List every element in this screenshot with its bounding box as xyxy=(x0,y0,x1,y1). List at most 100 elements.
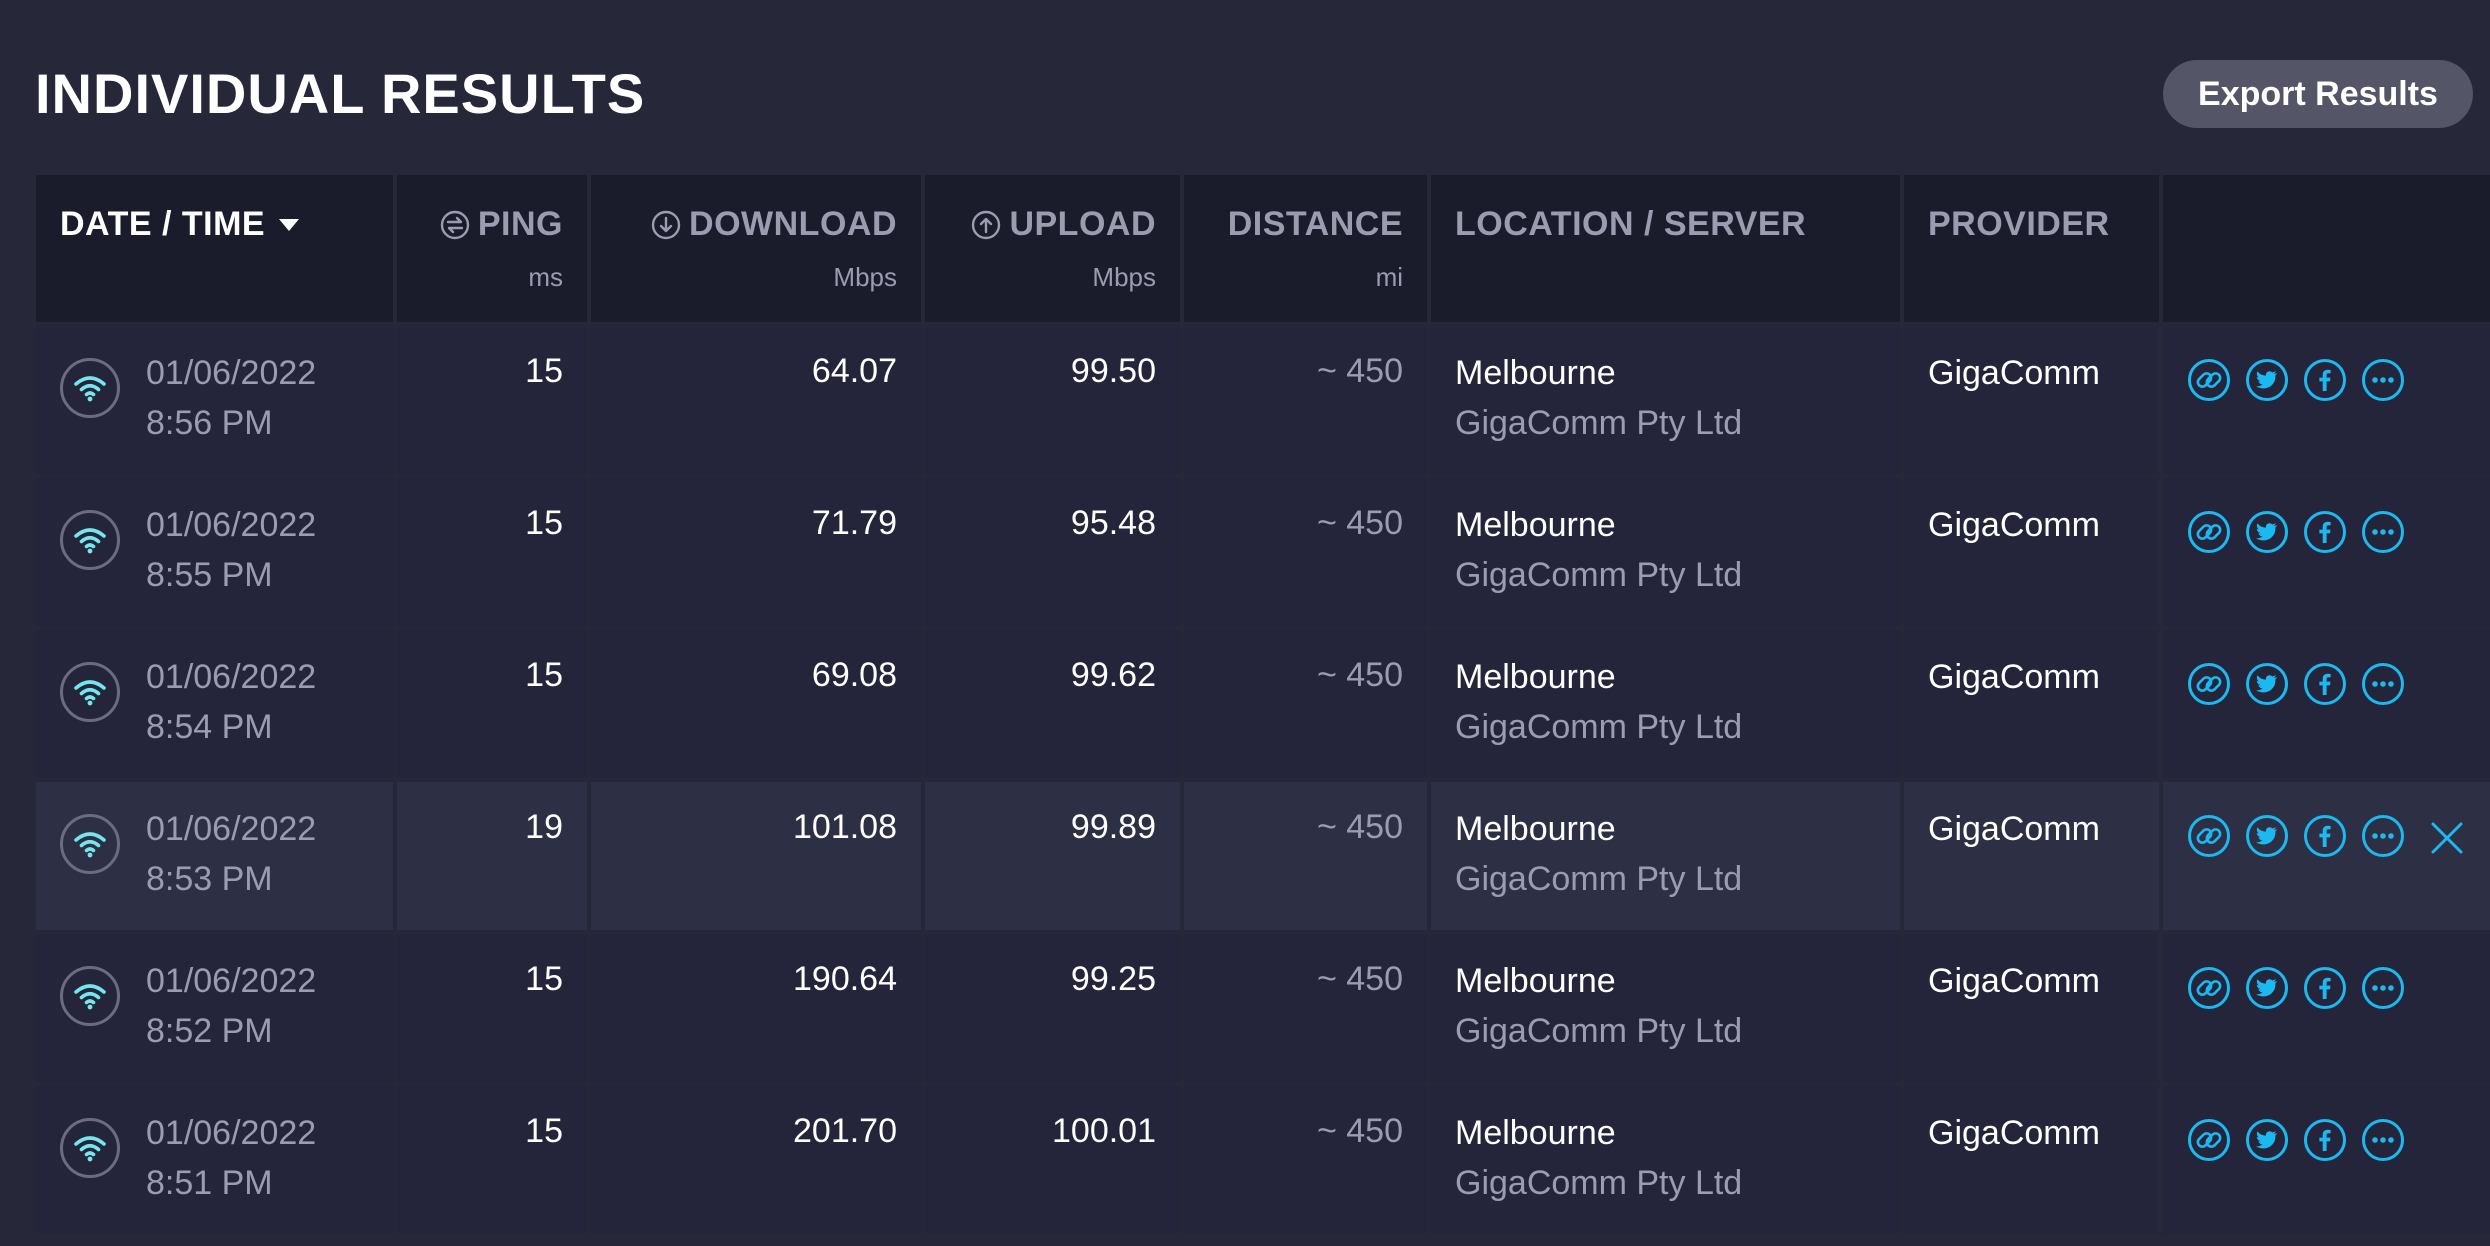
result-date: 01/06/2022 xyxy=(146,962,317,1000)
provider-name: GigaComm xyxy=(1928,810,2100,848)
upload-value: 99.89 xyxy=(925,782,1180,930)
column-header-location[interactable]: LOCATION / SERVER xyxy=(1431,175,1900,322)
provider-name: GigaComm xyxy=(1928,1114,2100,1152)
column-label-distance: DISTANCE xyxy=(1227,205,1403,243)
result-date: 01/06/2022 xyxy=(146,506,317,544)
wifi-icon xyxy=(60,662,120,722)
table-row[interactable]: 01/06/2022 8:56 PM 15 64.07 99.50 ~ 450 … xyxy=(36,326,2490,474)
download-value: 71.79 xyxy=(591,478,921,626)
table-row[interactable]: 01/06/2022 8:52 PM 15 190.64 99.25 ~ 450… xyxy=(36,934,2490,1082)
server-sponsor: GigaComm Pty Ltd xyxy=(1455,860,1743,898)
location-cell: Melbourne GigaComm Pty Ltd xyxy=(1431,326,1900,474)
facebook-icon[interactable] xyxy=(2303,662,2347,706)
column-header-distance[interactable]: DISTANCE mi xyxy=(1184,175,1427,322)
datetime-cell: 01/06/2022 8:52 PM xyxy=(36,934,393,1082)
provider-name: GigaComm xyxy=(1928,658,2100,696)
wifi-icon xyxy=(60,966,120,1026)
row-actions xyxy=(2163,934,2490,1082)
column-header-datetime[interactable]: DATE / TIME xyxy=(36,175,393,322)
link-icon[interactable] xyxy=(2187,510,2231,554)
page-title: INDIVIDUAL RESULTS xyxy=(35,62,646,125)
server-sponsor: GigaComm Pty Ltd xyxy=(1455,556,1743,594)
column-header-ping[interactable]: PING ms xyxy=(397,175,587,322)
ping-value: 15 xyxy=(397,630,587,778)
more-icon[interactable] xyxy=(2361,814,2405,858)
provider-cell: GigaComm xyxy=(1904,782,2159,930)
location-cell: Melbourne GigaComm Pty Ltd xyxy=(1431,630,1900,778)
server-city: Melbourne xyxy=(1455,354,1616,392)
column-header-download[interactable]: DOWNLOAD Mbps xyxy=(591,175,921,322)
column-label-download: DOWNLOAD xyxy=(689,205,897,243)
datetime-cell: 01/06/2022 8:54 PM xyxy=(36,630,393,778)
twitter-icon[interactable] xyxy=(2245,662,2289,706)
more-icon[interactable] xyxy=(2361,510,2405,554)
provider-cell: GigaComm xyxy=(1904,630,2159,778)
link-icon[interactable] xyxy=(2187,662,2231,706)
facebook-icon[interactable] xyxy=(2303,358,2347,402)
more-icon[interactable] xyxy=(2361,662,2405,706)
link-icon[interactable] xyxy=(2187,814,2231,858)
server-city: Melbourne xyxy=(1455,962,1616,1000)
result-time: 8:56 PM xyxy=(146,404,273,442)
location-cell: Melbourne GigaComm Pty Ltd xyxy=(1431,1086,1900,1234)
distance-value: ~ 450 xyxy=(1184,1086,1427,1234)
datetime-cell: 01/06/2022 8:56 PM xyxy=(36,326,393,474)
twitter-icon[interactable] xyxy=(2245,1118,2289,1162)
provider-cell: GigaComm xyxy=(1904,934,2159,1082)
distance-value: ~ 450 xyxy=(1184,782,1427,930)
facebook-icon[interactable] xyxy=(2303,814,2347,858)
provider-name: GigaComm xyxy=(1928,354,2100,392)
result-time: 8:54 PM xyxy=(146,708,273,746)
column-unit-upload: Mbps xyxy=(1092,262,1156,292)
download-icon xyxy=(651,210,681,239)
upload-value: 99.25 xyxy=(925,934,1180,1082)
facebook-icon[interactable] xyxy=(2303,966,2347,1010)
row-actions xyxy=(2163,326,2490,474)
link-icon[interactable] xyxy=(2187,1118,2231,1162)
location-cell: Melbourne GigaComm Pty Ltd xyxy=(1431,782,1900,930)
link-icon[interactable] xyxy=(2187,358,2231,402)
twitter-icon[interactable] xyxy=(2245,814,2289,858)
result-date: 01/06/2022 xyxy=(146,354,317,392)
download-value: 201.70 xyxy=(591,1086,921,1234)
datetime-cell: 01/06/2022 8:53 PM xyxy=(36,782,393,930)
provider-cell: GigaComm xyxy=(1904,326,2159,474)
result-time: 8:52 PM xyxy=(146,1012,273,1050)
server-city: Melbourne xyxy=(1455,810,1616,848)
column-unit-ping: ms xyxy=(528,262,563,292)
more-icon[interactable] xyxy=(2361,966,2405,1010)
export-results-button[interactable]: Export Results xyxy=(2163,60,2473,128)
row-actions xyxy=(2163,478,2490,626)
delete-result-icon[interactable] xyxy=(2427,818,2467,858)
table-row[interactable]: 01/06/2022 8:54 PM 15 69.08 99.62 ~ 450 … xyxy=(36,630,2490,778)
twitter-icon[interactable] xyxy=(2245,966,2289,1010)
table-header: DATE / TIME PING ms DOWNLOAD Mbps UPLOAD… xyxy=(36,175,2490,322)
table-row[interactable]: 01/06/2022 8:51 PM 15 201.70 100.01 ~ 45… xyxy=(36,1086,2490,1234)
upload-value: 100.01 xyxy=(925,1086,1180,1234)
results-table: DATE / TIME PING ms DOWNLOAD Mbps UPLOAD… xyxy=(36,175,2490,1238)
table-row[interactable]: 01/06/2022 8:55 PM 15 71.79 95.48 ~ 450 … xyxy=(36,478,2490,626)
more-icon[interactable] xyxy=(2361,358,2405,402)
twitter-icon[interactable] xyxy=(2245,510,2289,554)
facebook-icon[interactable] xyxy=(2303,510,2347,554)
download-value: 69.08 xyxy=(591,630,921,778)
table-row[interactable]: 01/06/2022 8:53 PM 19 101.08 99.89 ~ 450… xyxy=(36,782,2490,930)
column-header-provider[interactable]: PROVIDER xyxy=(1904,175,2159,322)
link-icon[interactable] xyxy=(2187,966,2231,1010)
facebook-icon[interactable] xyxy=(2303,1118,2347,1162)
row-actions xyxy=(2163,630,2490,778)
server-sponsor: GigaComm Pty Ltd xyxy=(1455,1164,1743,1202)
result-time: 8:55 PM xyxy=(146,556,273,594)
column-label-upload: UPLOAD xyxy=(1009,205,1156,243)
distance-value: ~ 450 xyxy=(1184,326,1427,474)
upload-value: 95.48 xyxy=(925,478,1180,626)
column-header-upload[interactable]: UPLOAD Mbps xyxy=(925,175,1180,322)
more-icon[interactable] xyxy=(2361,1118,2405,1162)
result-time: 8:51 PM xyxy=(146,1164,273,1202)
server-sponsor: GigaComm Pty Ltd xyxy=(1455,708,1743,746)
ping-icon xyxy=(440,210,470,239)
upload-value: 99.50 xyxy=(925,326,1180,474)
wifi-icon xyxy=(60,510,120,570)
server-city: Melbourne xyxy=(1455,506,1616,544)
twitter-icon[interactable] xyxy=(2245,358,2289,402)
